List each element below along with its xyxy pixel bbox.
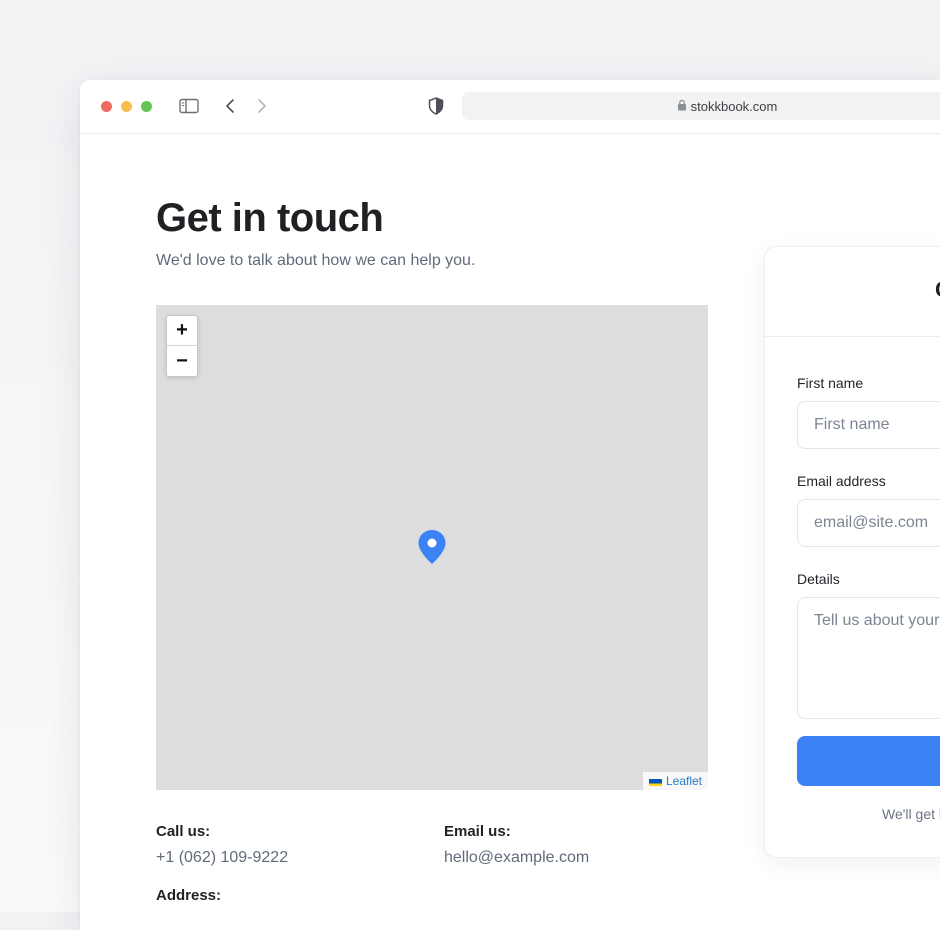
zoom-out-button[interactable]: −	[167, 346, 197, 376]
map-zoom-control: + −	[166, 315, 198, 377]
details-textarea[interactable]	[797, 597, 940, 719]
back-chevron-icon[interactable]	[222, 95, 238, 117]
address-label: Address:	[156, 887, 222, 904]
details-label: Details	[797, 571, 840, 587]
form-header: C	[765, 247, 940, 337]
lock-icon	[677, 99, 687, 114]
zoom-in-button[interactable]: +	[167, 316, 197, 346]
phone-number[interactable]: +1 (062) 109-9222	[156, 849, 288, 867]
shield-icon[interactable]	[426, 95, 446, 117]
close-window-button[interactable]	[101, 101, 112, 112]
browser-toolbar: stokkbook.com	[80, 80, 940, 134]
url-text: stokkbook.com	[690, 98, 778, 114]
email-input[interactable]	[797, 499, 940, 547]
sidebar-toggle-icon[interactable]	[178, 95, 200, 117]
browser-window: stokkbook.com Get in touch We'd love to …	[80, 80, 940, 930]
map[interactable]: + − Leaflet	[156, 305, 708, 790]
page-title: Get in touch	[156, 196, 384, 240]
email-address[interactable]: hello@example.com	[444, 849, 589, 867]
map-pin-icon[interactable]	[417, 529, 447, 565]
maximize-window-button[interactable]	[141, 101, 152, 112]
address-bar[interactable]: stokkbook.com	[462, 92, 940, 120]
page-subtitle: We'd love to talk about how we can help …	[156, 252, 476, 269]
first-name-input[interactable]	[797, 401, 940, 449]
first-name-label: First name	[797, 375, 864, 391]
contact-form-card: C First name Email address Details We'll…	[764, 246, 940, 858]
email-us-label: Email us:	[444, 823, 511, 840]
email-label: Email address	[797, 473, 886, 489]
call-us-label: Call us:	[156, 823, 211, 840]
form-heading: C	[935, 277, 940, 303]
response-note: We'll get back to you in 1-2 business da…	[882, 806, 940, 822]
submit-button[interactable]	[797, 736, 940, 786]
page-content: Get in touch We'd love to talk about how…	[80, 134, 940, 930]
forward-chevron-icon[interactable]	[254, 95, 270, 117]
attribution-link[interactable]: Leaflet	[666, 774, 702, 788]
ukraine-flag-icon	[648, 777, 662, 786]
map-attribution[interactable]: Leaflet	[642, 772, 708, 790]
minimize-window-button[interactable]	[121, 101, 132, 112]
